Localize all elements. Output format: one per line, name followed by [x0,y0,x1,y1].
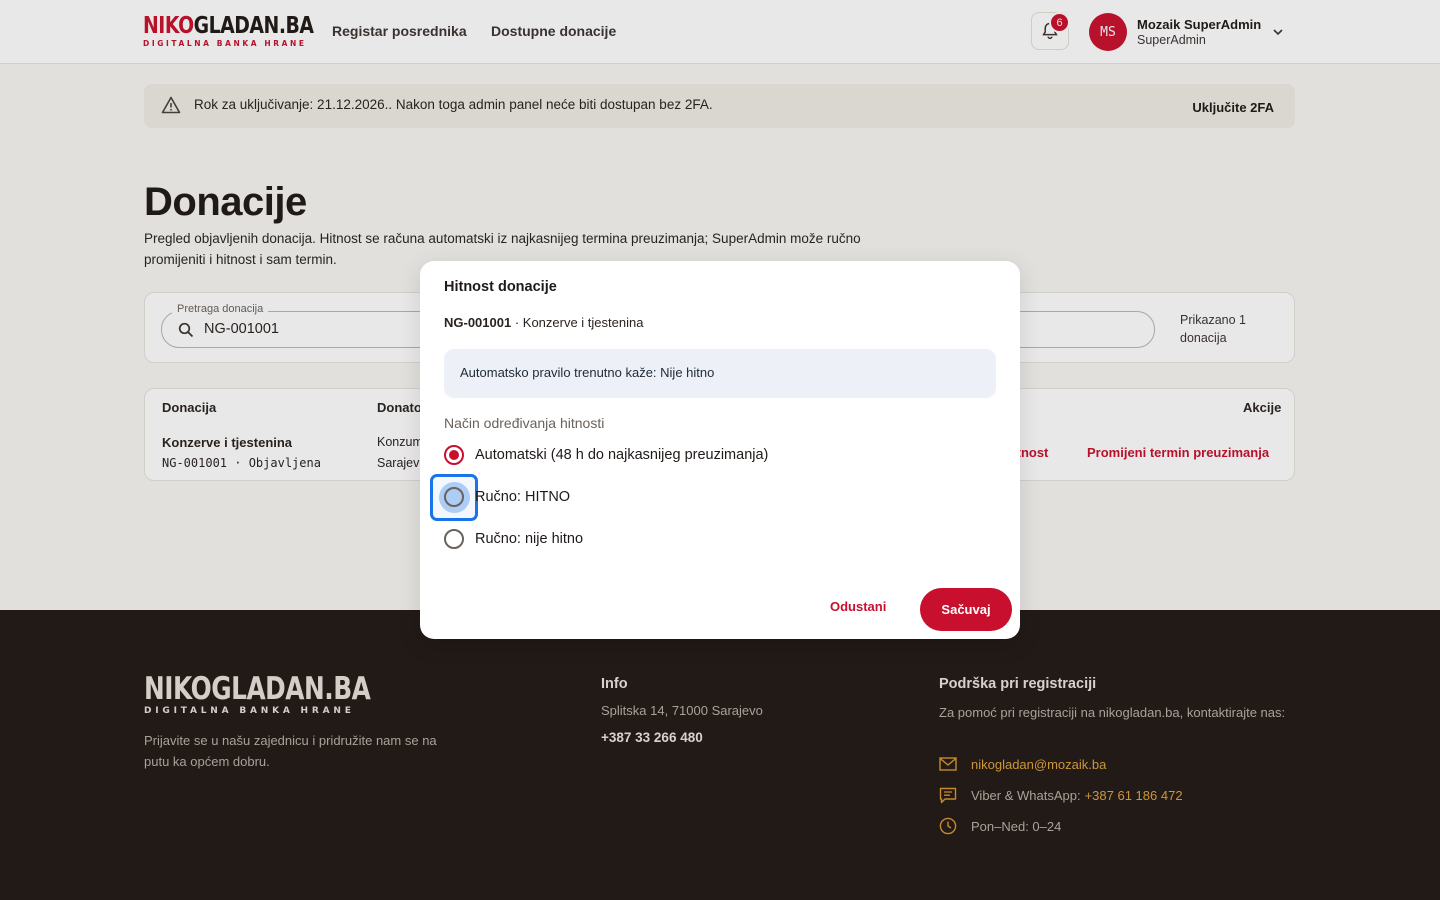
urgency-dialog: Hitnost donacije NG-001001 · Konzerve i … [420,261,1020,639]
radio-manual-not-urgent[interactable] [444,529,464,549]
radio-automatic[interactable] [444,445,464,465]
radio-option-manual-urgent[interactable]: Ručno: HITNO [444,486,570,508]
radio-manual-urgent[interactable] [444,487,464,507]
urgency-mode-legend: Način određivanja hitnosti [444,415,605,431]
radio-option-automatic[interactable]: Automatski (48 h do najkasnijeg preuzima… [444,444,768,466]
radio-manual-not-urgent-label: Ručno: nije hitno [475,531,584,547]
radio-manual-urgent-label: Ručno: HITNO [475,489,571,505]
dialog-donation-code: NG-001001 [444,315,512,330]
dialog-donation-name: · Konzerve i tjestenina [511,315,644,330]
dialog-title: Hitnost donacije [444,279,557,295]
dialog-subtitle: NG-001001 · Konzerve i tjestenina [444,315,643,330]
auto-rule-info-box: Automatsko pravilo trenutno kaže: Nije h… [444,349,996,398]
radio-option-manual-not-urgent[interactable]: Ručno: nije hitno [444,528,583,550]
radio-automatic-label: Automatski (48 h do najkasnijeg preuzima… [475,447,769,463]
cancel-button[interactable]: Odustani [830,599,886,614]
save-button[interactable]: Sačuvaj [920,588,1012,631]
auto-rule-info-text: Automatsko pravilo trenutno kaže: Nije h… [460,365,715,380]
